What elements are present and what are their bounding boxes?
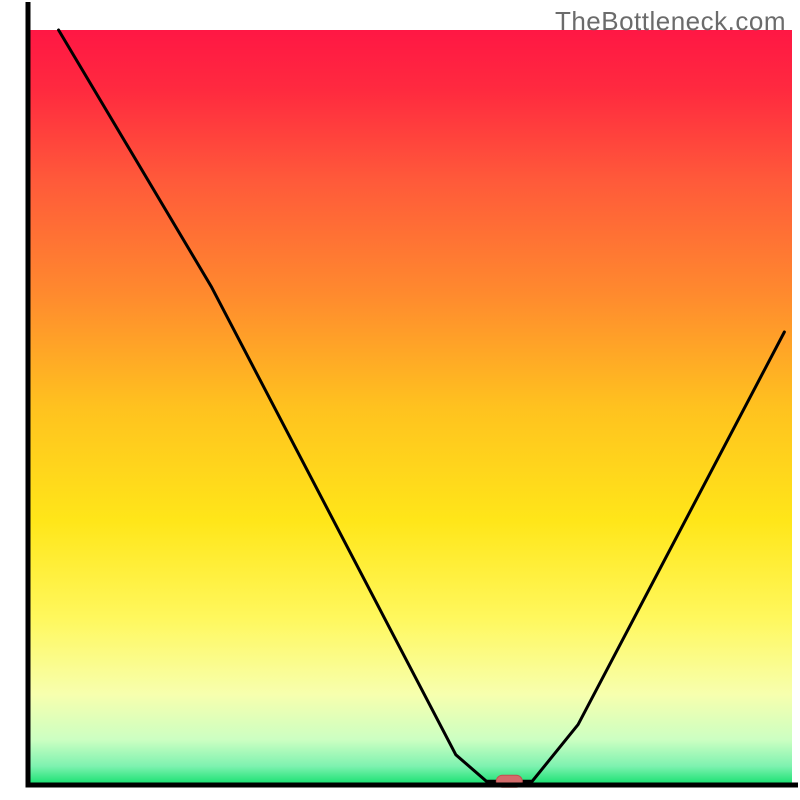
watermark-text: TheBottleneck.com: [555, 6, 786, 37]
bottleneck-chart: TheBottleneck.com: [0, 0, 800, 800]
chart-svg: [0, 0, 800, 800]
plot-background: [28, 30, 792, 785]
